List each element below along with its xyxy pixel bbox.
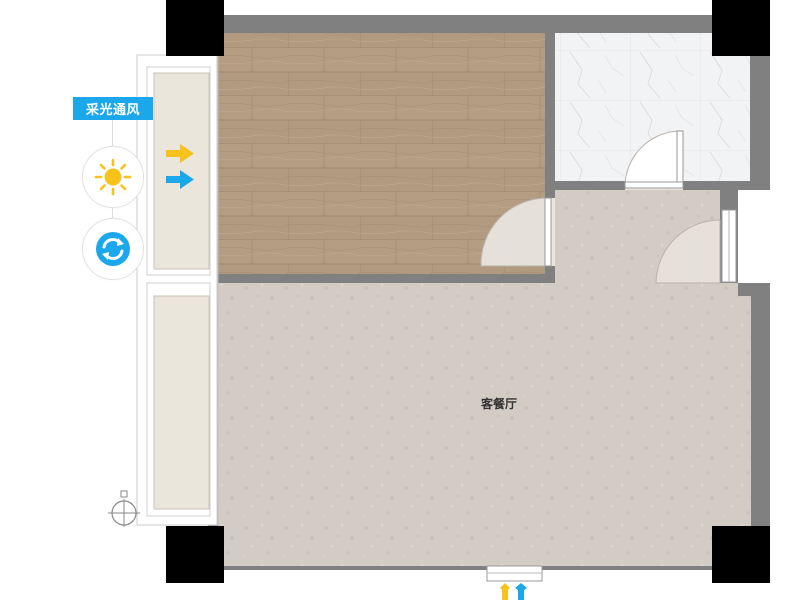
bedroom-door-leaf	[544, 197, 552, 267]
rotate-view-button[interactable]	[82, 218, 144, 280]
balcony-lower-floor	[153, 295, 210, 510]
pillar-bottom-left	[166, 526, 224, 583]
right-wall-lower	[751, 296, 770, 530]
right-notch-wall-top	[720, 181, 738, 190]
room-label-living-dining: 客餐厅	[480, 397, 517, 411]
sun-button[interactable]	[82, 146, 144, 208]
bathroom-door-leaf	[676, 130, 684, 188]
badge-connector-line	[112, 120, 113, 146]
button-connector-line	[112, 208, 113, 218]
bathroom-door-sill	[624, 181, 684, 189]
pillar-top-right	[712, 0, 770, 56]
rotate-view-icon	[96, 232, 130, 266]
ventilation-badge[interactable]: 采光通风	[73, 97, 153, 120]
blue-up-arrow-icon	[515, 583, 527, 600]
pillar-top-left	[166, 0, 224, 56]
pillar-bottom-right	[712, 526, 770, 583]
compass-icon	[108, 490, 140, 527]
balcony-upper-floor	[153, 72, 210, 270]
right-notch-wall-lower	[738, 283, 770, 296]
living-dining-floor	[218, 283, 751, 566]
yellow-up-arrow-icon	[500, 583, 510, 600]
partition-wall-horizontal	[218, 274, 555, 283]
right-notch	[738, 190, 800, 296]
sun-icon	[94, 158, 132, 196]
floor-plan	[108, 0, 800, 600]
